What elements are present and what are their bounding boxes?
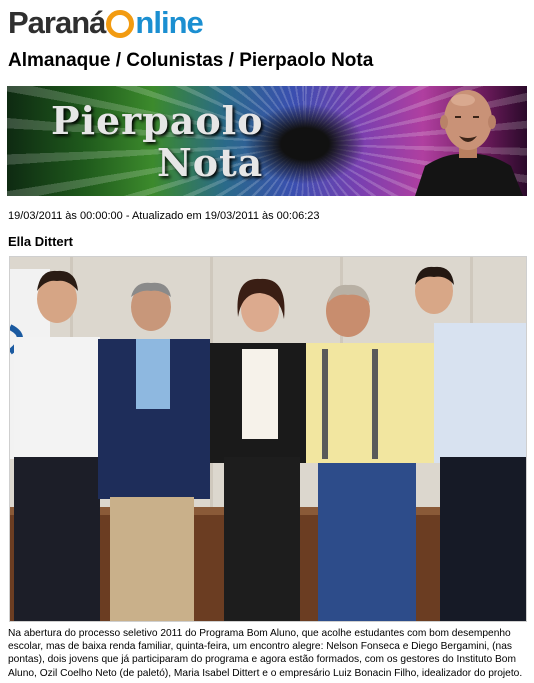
breadcrumb: Almanaque / Colunistas / Pierpaolo Nota — [8, 50, 374, 71]
logo-text-online: nline — [135, 5, 203, 40]
site-logo[interactable]: Paraná nline — [8, 4, 204, 42]
article-title: Ella Dittert — [8, 234, 74, 249]
column-banner: Pierpaolo Nota — [7, 86, 527, 196]
columnist-portrait — [415, 90, 523, 196]
group-photo-illustration — [10, 257, 526, 621]
logo-o-ring-icon — [106, 10, 135, 38]
photo-caption: Na abertura do processo seletivo 2011 do… — [8, 628, 523, 679]
group-photo — [9, 256, 527, 622]
article-timestamp: 19/03/2011 às 00:00:00 - Atualizado em 1… — [8, 210, 320, 222]
logo-text-parana: Paraná — [8, 5, 106, 40]
